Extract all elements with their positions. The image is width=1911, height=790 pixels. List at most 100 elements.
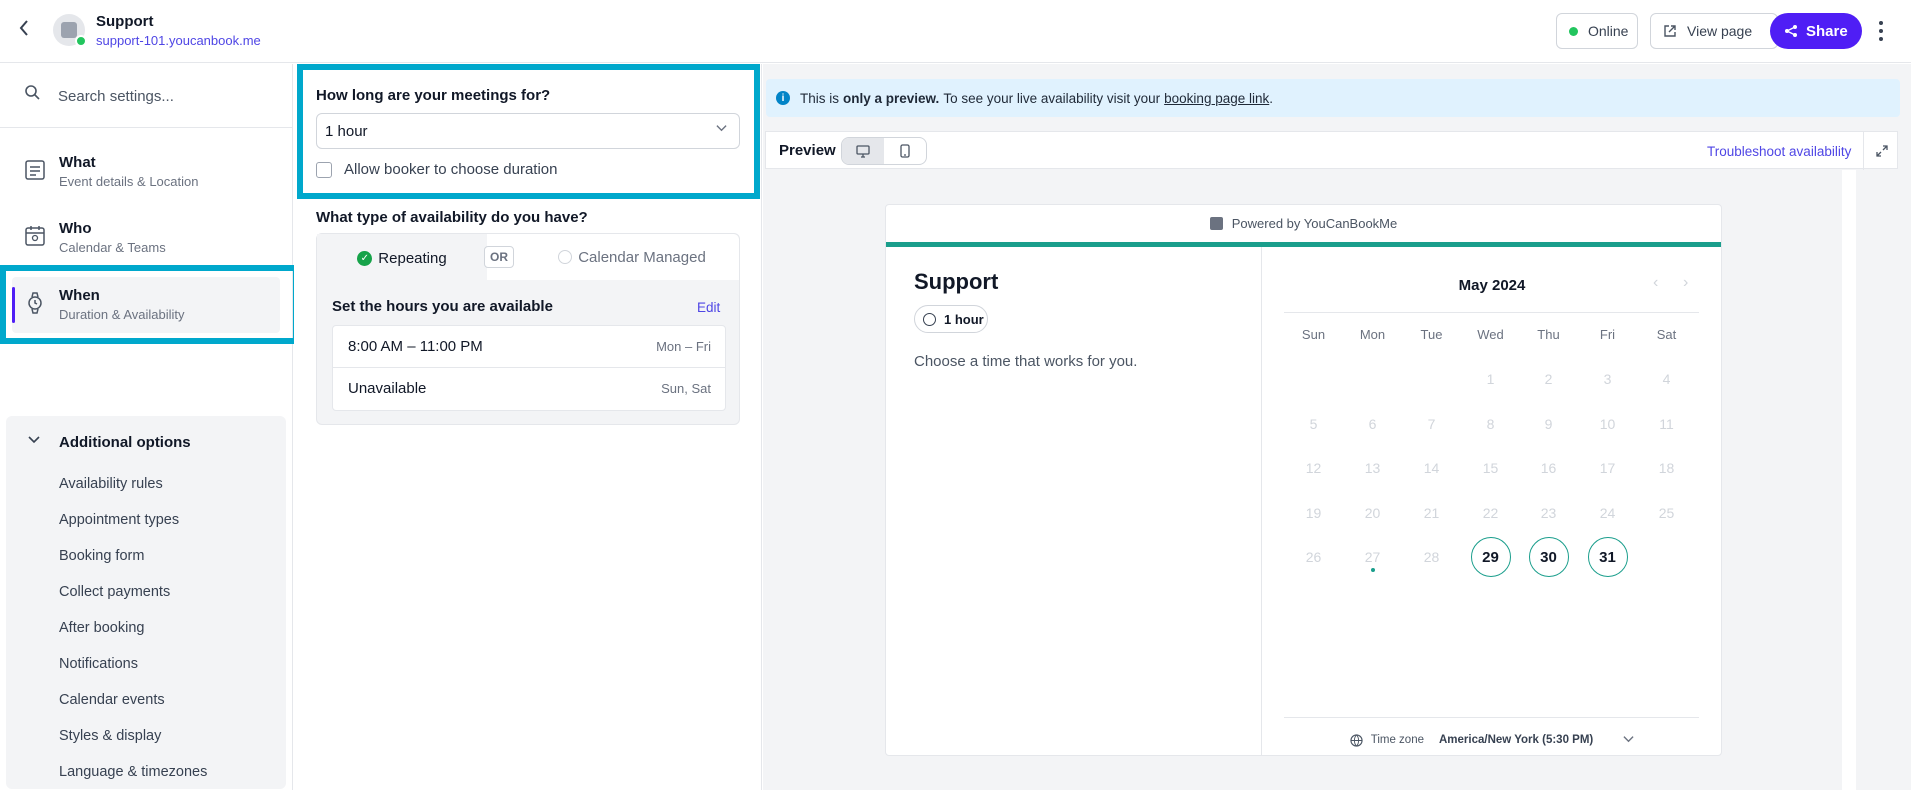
- weekday-label: Wed: [1477, 327, 1504, 342]
- calendar-divider: [1284, 312, 1699, 313]
- page-title: Support: [96, 13, 154, 30]
- calendar-day: 28: [1423, 549, 1440, 565]
- calendar-day: 18: [1658, 460, 1675, 476]
- view-page-button[interactable]: View page: [1650, 13, 1778, 49]
- additional-options-heading[interactable]: Additional options: [59, 434, 191, 451]
- option-language-timezones[interactable]: Language & timezones: [59, 764, 207, 780]
- choose-time-text: Choose a time that works for you.: [914, 353, 1138, 370]
- calendar-day: 21: [1423, 504, 1440, 521]
- calendar-day: 8: [1486, 415, 1495, 432]
- event-details-icon: [25, 160, 45, 180]
- powered-by: Powered by YouCanBookMe: [886, 205, 1721, 242]
- more-menu-icon[interactable]: [1876, 18, 1886, 44]
- calendar-day: 3: [1603, 371, 1612, 387]
- view-page-label: View page: [1687, 23, 1753, 39]
- sidebar-item-who[interactable]: Who Calendar & Teams: [12, 210, 280, 266]
- desktop-icon[interactable]: [842, 138, 884, 164]
- hours-row: 8:00 AM – 11:00 PM Mon – Fri: [333, 326, 725, 368]
- option-availability-rules[interactable]: Availability rules: [59, 476, 163, 492]
- hours-time: Unavailable: [348, 380, 427, 397]
- option-collect-payments[interactable]: Collect payments: [59, 584, 170, 600]
- back-chevron-icon[interactable]: [18, 18, 38, 42]
- option-calendar-events[interactable]: Calendar events: [59, 692, 165, 708]
- edit-hours-link[interactable]: Edit: [697, 300, 720, 315]
- or-divider: OR: [484, 246, 514, 268]
- availability-type-toggle: ✓ Repeating Calendar Managed OR: [317, 234, 739, 282]
- option-notifications[interactable]: Notifications: [59, 656, 138, 672]
- calendar-day: 9: [1544, 415, 1553, 432]
- search-input[interactable]: [58, 84, 278, 108]
- clock-icon: [923, 312, 936, 326]
- troubleshoot-link[interactable]: Troubleshoot availability: [1707, 144, 1851, 159]
- info-mid: To see your live availability visit your: [943, 90, 1161, 106]
- calendar-divider: [1284, 717, 1699, 718]
- calendar-day: 19: [1305, 504, 1322, 521]
- chevron-down-icon[interactable]: [28, 432, 40, 448]
- timezone-label: Time zone: [1370, 734, 1424, 746]
- info-bold: only a preview.: [843, 90, 940, 106]
- calendar-day: 20: [1364, 504, 1381, 521]
- booking-details: Support 1 hour Choose a time that works …: [886, 247, 1262, 755]
- option-appointment-types[interactable]: Appointment types: [59, 512, 179, 528]
- booking-page-preview: Powered by YouCanBookMe Support 1 hour C…: [885, 204, 1722, 756]
- calendar-day: 5: [1309, 415, 1318, 432]
- option-styles-display[interactable]: Styles & display: [59, 728, 161, 744]
- availability-question: What type of availability do you have?: [316, 209, 588, 226]
- external-link-icon: [1664, 25, 1676, 37]
- duration-badge: 1 hour: [914, 305, 988, 333]
- booking-title: Support: [914, 269, 999, 294]
- calendar-day: 4: [1662, 371, 1671, 387]
- calendar-day: 17: [1599, 460, 1616, 476]
- weekday-label: Thu: [1537, 327, 1560, 342]
- powered-by-label: Powered by YouCanBookMe: [1231, 216, 1398, 231]
- highlight-duration-box: [297, 64, 760, 199]
- option-booking-form[interactable]: Booking form: [59, 548, 144, 564]
- next-month-chevron-icon[interactable]: ›: [1683, 274, 1688, 292]
- share-icon: [1785, 25, 1797, 37]
- repeating-option[interactable]: ✓ Repeating: [317, 234, 487, 282]
- hours-days: Mon – Fri: [656, 339, 711, 354]
- sidebar-item-what[interactable]: What Event details & Location: [12, 144, 280, 200]
- calendar: May 2024 ‹ › Time zone America/New York …: [1263, 247, 1721, 755]
- booking-url[interactable]: support-101.youcanbook.me: [96, 33, 261, 48]
- share-button[interactable]: Share: [1770, 13, 1862, 49]
- sidebar-item-title: Who: [59, 220, 92, 237]
- hours-days: Sun, Sat: [661, 381, 711, 396]
- hours-table: 8:00 AM – 11:00 PM Mon – Fri Unavailable…: [332, 325, 726, 411]
- sidebar-item-subtitle: Calendar & Teams: [59, 240, 166, 255]
- device-toggle: [841, 137, 927, 165]
- weekday-label: Sat: [1656, 327, 1677, 342]
- preview-scrollbar[interactable]: [1842, 170, 1856, 790]
- weekday-label: Sun: [1301, 327, 1326, 342]
- calendar-day: 6: [1368, 415, 1377, 432]
- option-after-booking[interactable]: After booking: [59, 620, 144, 636]
- calendar-day: 24: [1599, 504, 1616, 521]
- weekday-label: Fri: [1599, 327, 1616, 342]
- youcanbookme-logo-icon: [1209, 217, 1223, 230]
- mobile-icon[interactable]: [884, 138, 926, 164]
- chevron-down-icon: [1623, 733, 1634, 747]
- calendar-managed-option[interactable]: Calendar Managed: [487, 234, 739, 280]
- calendar-day-available[interactable]: 29: [1470, 537, 1511, 577]
- calendar-day: 7: [1427, 415, 1436, 432]
- calendar-day-available[interactable]: 31: [1587, 537, 1628, 577]
- search-icon: [25, 85, 40, 100]
- preview-info-banner: i This is only a preview. To see your li…: [766, 79, 1900, 117]
- online-status-button[interactable]: Online: [1556, 13, 1638, 49]
- duration-badge-label: 1 hour: [944, 311, 984, 327]
- calendar-day-available[interactable]: 30: [1528, 537, 1569, 577]
- radio-circle-icon: [558, 250, 573, 264]
- timezone-value: America/New York (5:30 PM): [1439, 734, 1594, 746]
- hours-row: Unavailable Sun, Sat: [333, 368, 725, 410]
- preview-label: Preview: [779, 142, 836, 159]
- calendar-day: 1: [1486, 371, 1495, 387]
- booking-page-link[interactable]: booking page link: [1164, 91, 1269, 106]
- calendar-day: 13: [1364, 460, 1381, 476]
- timezone-selector[interactable]: Time zone America/New York (5:30 PM): [1263, 733, 1721, 747]
- expand-icon[interactable]: [1863, 132, 1899, 170]
- settings-sidebar: What Event details & Location Who Calend…: [0, 64, 293, 790]
- sidebar-item-subtitle: Event details & Location: [59, 174, 199, 189]
- availability-box: ✓ Repeating Calendar Managed OR Set the …: [316, 233, 740, 425]
- prev-month-chevron-icon[interactable]: ‹: [1653, 274, 1658, 292]
- hours-time: 8:00 AM – 11:00 PM: [348, 338, 483, 355]
